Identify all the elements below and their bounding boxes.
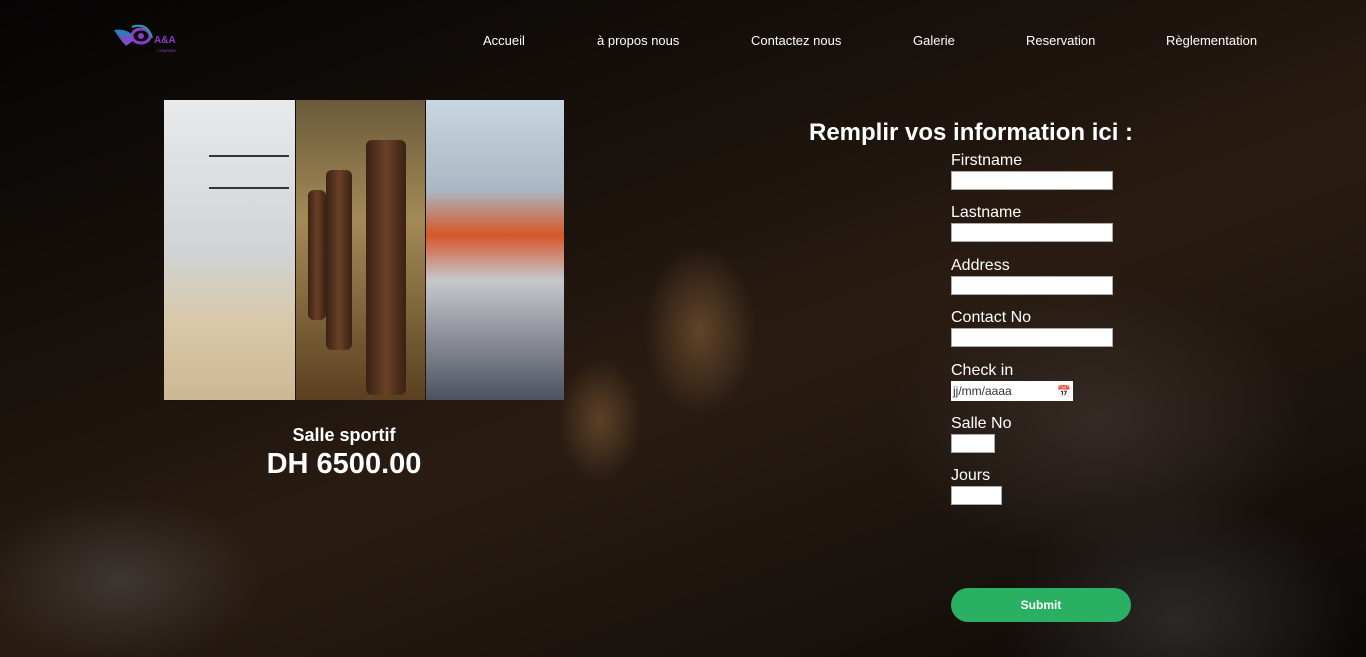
salle-input[interactable] xyxy=(951,434,995,453)
nav-a-propos[interactable]: à propos nous xyxy=(597,33,679,48)
lastname-group: Lastname xyxy=(951,204,1113,242)
calendar-icon[interactable]: 📅 xyxy=(1057,385,1071,398)
nav-reglementation[interactable]: Règlementation xyxy=(1166,33,1257,48)
checkin-group: Check in jj/mm/aaaa 📅 xyxy=(951,362,1073,401)
lastname-input[interactable] xyxy=(951,223,1113,242)
navbar: A&A COMPANY Accueil à propos nous Contac… xyxy=(0,0,1366,80)
product-name: Salle sportif xyxy=(292,425,396,445)
submit-button[interactable]: Submit xyxy=(951,588,1131,622)
product-price: DH 6500.00 xyxy=(266,448,422,480)
jours-label: Jours xyxy=(951,467,991,484)
product-image-gallery xyxy=(164,100,564,400)
lastname-label: Lastname xyxy=(951,204,1022,221)
firstname-input[interactable] xyxy=(951,171,1113,190)
contact-group: Contact No xyxy=(951,309,1113,347)
salle-group: Salle No xyxy=(951,415,1011,453)
gym-image xyxy=(426,100,564,400)
checkin-label: Check in xyxy=(951,362,1014,379)
address-label: Address xyxy=(951,257,1010,274)
contact-label: Contact No xyxy=(951,309,1032,326)
nav-contact[interactable]: Contactez nous xyxy=(751,33,841,48)
firstname-label: Firstname xyxy=(951,152,1023,169)
checkin-date-input[interactable]: jj/mm/aaaa 📅 xyxy=(951,381,1073,401)
svg-text:A&A: A&A xyxy=(154,35,176,46)
svg-text:COMPANY: COMPANY xyxy=(157,48,177,53)
punching-bags-image xyxy=(295,100,426,400)
form-title: Remplir vos information ici : xyxy=(809,119,1134,146)
firstname-group: Firstname xyxy=(951,152,1113,190)
logo[interactable]: A&A COMPANY xyxy=(112,22,182,61)
contact-input[interactable] xyxy=(951,328,1113,347)
address-group: Address xyxy=(951,257,1113,295)
nav-accueil[interactable]: Accueil xyxy=(483,33,525,48)
nav-reservation[interactable]: Reservation xyxy=(1026,33,1095,48)
address-input[interactable] xyxy=(951,276,1113,295)
jours-input[interactable] xyxy=(951,486,1002,505)
salle-label: Salle No xyxy=(951,415,1012,432)
date-placeholder: jj/mm/aaaa xyxy=(953,384,1012,398)
nav-galerie[interactable]: Galerie xyxy=(913,33,955,48)
jours-group: Jours xyxy=(951,467,1002,505)
squash-court-image xyxy=(164,100,295,400)
